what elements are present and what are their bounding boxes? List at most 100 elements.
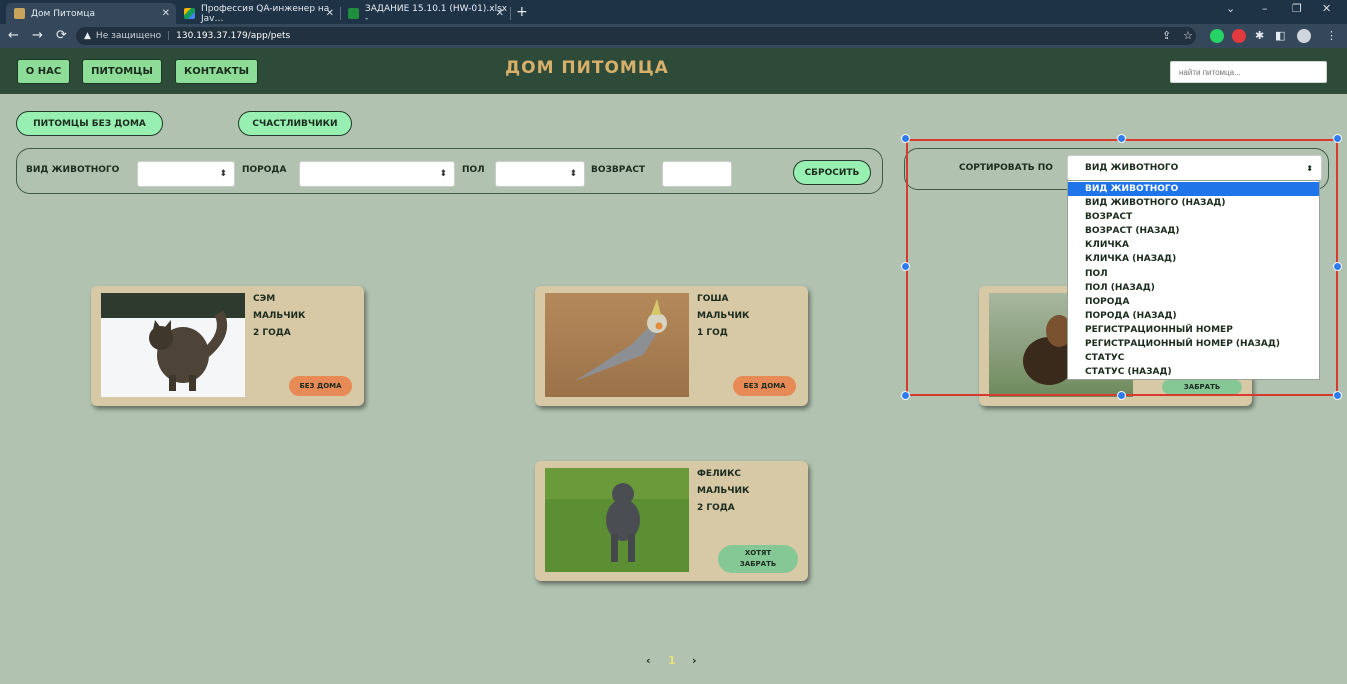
lucky-pets-tab[interactable]: СЧАСТЛИВЧИКИ bbox=[238, 111, 352, 136]
close-tab-icon[interactable]: ✕ bbox=[496, 8, 504, 19]
pet-sex: МАЛЬЧИК bbox=[697, 311, 750, 321]
resize-handle[interactable] bbox=[1333, 391, 1342, 400]
sort-option[interactable]: ВИД ЖИВОТНОГО bbox=[1068, 182, 1319, 197]
sort-dropdown-list: ВИД ЖИВОТНОГО ВИД ЖИВОТНОГО (НАЗАД) ВОЗР… bbox=[1067, 180, 1320, 380]
security-label: Не защищено bbox=[95, 31, 162, 41]
resize-handle[interactable] bbox=[901, 391, 910, 400]
sort-option[interactable]: ПОРОДА (НАЗАД) bbox=[1068, 309, 1319, 323]
tab-title: ЗАДАНИЕ 15.10.1 (HW-01).xlsx - bbox=[365, 3, 508, 24]
status-badge-take[interactable]: ЗАБРАТЬ bbox=[1162, 380, 1242, 394]
status-badge-homeless[interactable]: БЕЗ ДОМА bbox=[733, 376, 796, 396]
site-title: ДОМ ПИТОМЦА bbox=[505, 58, 669, 78]
pet-name: ФЕЛИКС bbox=[697, 469, 742, 479]
side-panel-icon[interactable]: ◧ bbox=[1275, 28, 1285, 44]
sort-option[interactable]: ПОЛ (НАЗАД) bbox=[1068, 281, 1319, 295]
pet-name: СЭМ bbox=[253, 294, 276, 304]
resize-handle[interactable] bbox=[901, 134, 910, 143]
warning-icon: ▲ bbox=[84, 31, 91, 41]
browser-tab-dom-pitomca[interactable]: Дом Питомца ✕ bbox=[6, 3, 176, 24]
site-header: О НАС ПИТОМЦЫ КОНТАКТЫ ДОМ ПИТОМЦА bbox=[0, 48, 1347, 94]
url-text: 130.193.37.179/app/pets bbox=[176, 31, 291, 41]
resize-handle[interactable] bbox=[901, 262, 910, 271]
tab-title: Профессия QA-инженер на Jav… bbox=[201, 3, 330, 24]
current-page[interactable]: 1 bbox=[668, 654, 676, 667]
browser-menu-icon[interactable]: ⋮ bbox=[1326, 28, 1337, 44]
next-page-button[interactable]: › bbox=[692, 654, 697, 667]
reset-button[interactable]: СБРОСИТЬ bbox=[793, 160, 871, 185]
browser-tab-bar: Дом Питомца ✕ Профессия QA-инженер на Ja… bbox=[0, 0, 1347, 24]
pet-sex: МАЛЬЧИК bbox=[697, 486, 750, 496]
sort-option[interactable]: ВОЗРАСТ (НАЗАД) bbox=[1068, 224, 1319, 238]
age-input[interactable] bbox=[662, 161, 732, 187]
pet-favicon-icon bbox=[14, 8, 25, 19]
sort-option[interactable]: РЕГИСТРАЦИОННЫЙ НОМЕР bbox=[1068, 323, 1319, 337]
tab-search-icon[interactable]: ⌄ bbox=[1226, 2, 1235, 15]
profile-avatar[interactable] bbox=[1297, 29, 1311, 43]
sheets-favicon-icon bbox=[348, 8, 359, 19]
nav-pets-button[interactable]: ПИТОМЦЫ bbox=[82, 59, 162, 84]
restore-icon[interactable]: ❐ bbox=[1292, 2, 1302, 15]
sex-select[interactable]: ⬍ bbox=[495, 161, 585, 187]
nav-about-button[interactable]: О НАС bbox=[17, 59, 70, 84]
age-label: ВОЗВРАСТ bbox=[591, 165, 646, 175]
status-badge-homeless[interactable]: БЕЗ ДОМА bbox=[289, 376, 352, 396]
prev-page-button[interactable]: ‹ bbox=[646, 654, 651, 667]
animal-type-select[interactable]: ⬍ bbox=[137, 161, 235, 187]
pet-age: 1 ГОД bbox=[697, 328, 728, 338]
sort-option[interactable]: ПОЛ bbox=[1068, 267, 1319, 281]
new-tab-button[interactable]: + bbox=[516, 3, 528, 21]
pet-name: ГОША bbox=[697, 294, 729, 304]
tab-title: Дом Питомца bbox=[31, 8, 95, 19]
sort-option[interactable]: КЛИЧКА (НАЗАД) bbox=[1068, 252, 1319, 266]
drive-favicon-icon bbox=[184, 8, 195, 19]
close-window-icon[interactable]: ✕ bbox=[1322, 2, 1331, 15]
resize-handle[interactable] bbox=[1117, 391, 1126, 400]
minimize-icon[interactable]: – bbox=[1262, 2, 1268, 15]
status-line: ХОТЯТ bbox=[744, 549, 772, 557]
adblock-extension-icon[interactable] bbox=[1232, 29, 1246, 43]
nav-contacts-button[interactable]: КОНТАКТЫ bbox=[175, 59, 258, 84]
pet-photo-cat bbox=[101, 293, 245, 397]
select-arrow-icon: ⬍ bbox=[439, 169, 447, 179]
sort-option[interactable]: КЛИЧКА bbox=[1068, 238, 1319, 252]
pet-card[interactable]: ГОША МАЛЬЧИК 1 ГОД БЕЗ ДОМА bbox=[535, 286, 808, 406]
forward-icon[interactable]: → bbox=[32, 28, 43, 44]
sort-option[interactable]: РЕГИСТРАЦИОННЫЙ НОМЕР (НАЗАД) bbox=[1068, 337, 1319, 351]
resize-handle[interactable] bbox=[1333, 134, 1342, 143]
breed-select[interactable]: ⬍ bbox=[299, 161, 455, 187]
status-badge-want-to-take[interactable]: ХОТЯТ ЗАБРАТЬ bbox=[718, 545, 798, 573]
pet-age: 2 ГОДА bbox=[253, 328, 291, 338]
sort-select[interactable]: ВИД ЖИВОТНОГО ⬍ bbox=[1067, 155, 1322, 181]
address-bar-row: ← → ⟳ ▲ Не защищено | 130.193.37.179/app… bbox=[0, 24, 1347, 48]
sort-option[interactable]: СТАТУС bbox=[1068, 351, 1319, 365]
url-input[interactable]: ▲ Не защищено | 130.193.37.179/app/pets bbox=[76, 27, 1196, 45]
pet-sex: МАЛЬЧИК bbox=[253, 311, 306, 321]
search-input[interactable] bbox=[1170, 61, 1327, 83]
select-arrow-icon: ⬍ bbox=[1306, 163, 1313, 173]
browser-tab-qa-course[interactable]: Профессия QA-инженер на Jav… ✕ bbox=[176, 3, 341, 24]
bookmark-star-icon[interactable]: ☆ bbox=[1183, 28, 1193, 44]
browser-tab-sheets[interactable]: ЗАДАНИЕ 15.10.1 (HW-01).xlsx - ✕ bbox=[340, 3, 511, 24]
resize-handle[interactable] bbox=[1333, 262, 1342, 271]
homeless-pets-tab[interactable]: ПИТОМЦЫ БЕЗ ДОМА bbox=[16, 111, 163, 136]
resize-handle[interactable] bbox=[1117, 134, 1126, 143]
sort-label: СОРТИРОВАТЬ ПО bbox=[959, 163, 1053, 173]
extensions-puzzle-icon[interactable]: ✱ bbox=[1255, 28, 1264, 44]
pet-card[interactable]: СЭМ МАЛЬЧИК 2 ГОДА БЕЗ ДОМА bbox=[91, 286, 364, 406]
back-icon[interactable]: ← bbox=[8, 28, 19, 44]
filter-panel: ВИД ЖИВОТНОГО ⬍ ПОРОДА ⬍ ПОЛ ⬍ ВОЗВРАСТ … bbox=[16, 148, 883, 194]
sort-option[interactable]: ВОЗРАСТ bbox=[1068, 210, 1319, 224]
share-icon[interactable]: ⇪ bbox=[1162, 28, 1171, 44]
sort-option[interactable]: СТАТУС (НАЗАД) bbox=[1068, 365, 1319, 379]
sort-option[interactable]: ПОРОДА bbox=[1068, 295, 1319, 309]
url-separator: | bbox=[167, 31, 171, 41]
pet-card[interactable]: ФЕЛИКС МАЛЬЧИК 2 ГОДА ХОТЯТ ЗАБРАТЬ bbox=[535, 461, 808, 581]
close-tab-icon[interactable]: ✕ bbox=[326, 8, 334, 19]
whatsapp-extension-icon[interactable] bbox=[1210, 29, 1224, 43]
status-line: ЗАБРАТЬ bbox=[739, 560, 777, 568]
close-tab-icon[interactable]: ✕ bbox=[162, 8, 170, 19]
breed-label: ПОРОДА bbox=[242, 165, 287, 175]
sex-label: ПОЛ bbox=[462, 165, 485, 175]
reload-icon[interactable]: ⟳ bbox=[56, 28, 67, 44]
sort-option[interactable]: ВИД ЖИВОТНОГО (НАЗАД) bbox=[1068, 196, 1319, 210]
